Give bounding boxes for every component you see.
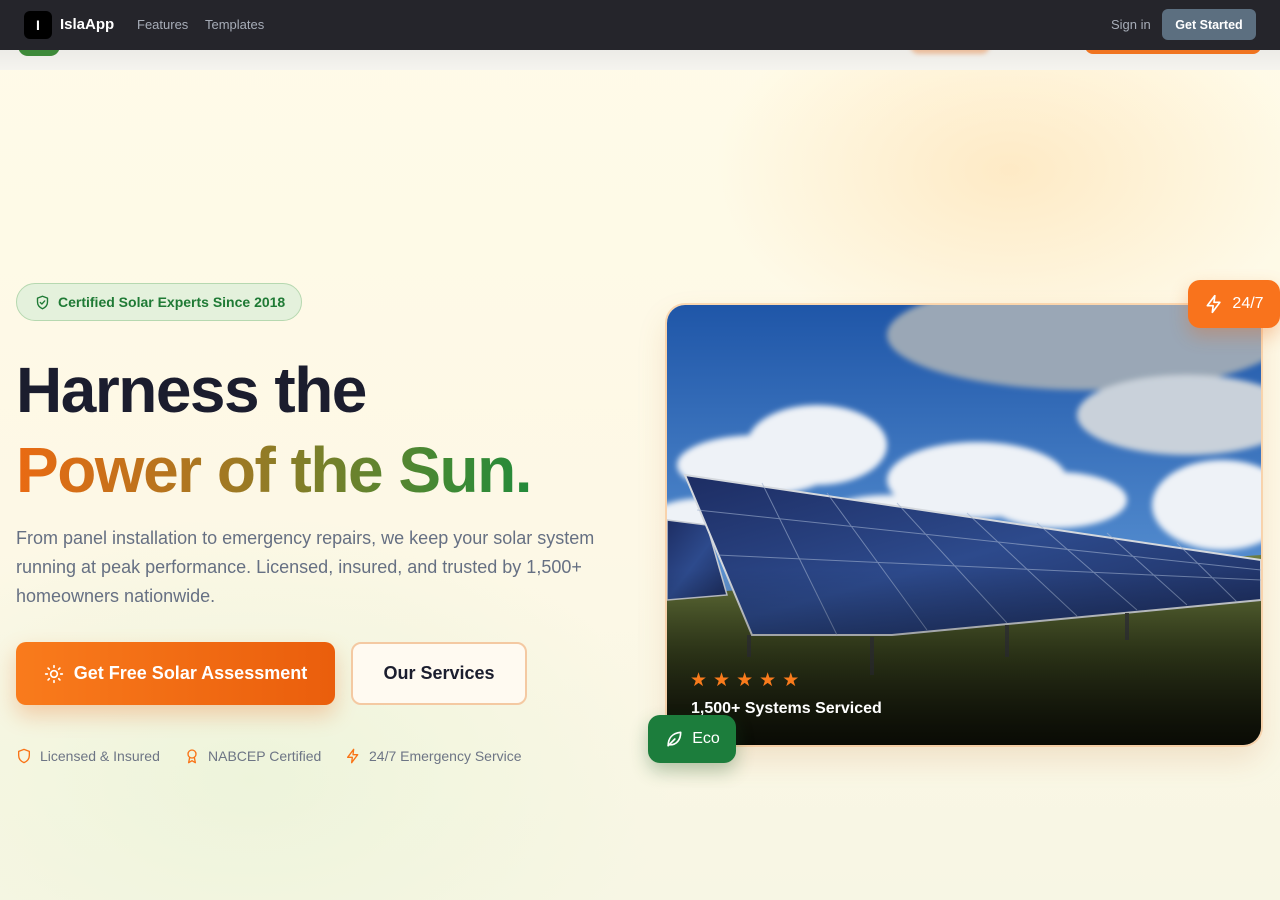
trust-nabcep: NABCEP Certified	[184, 747, 321, 765]
certified-badge: Certified Solar Experts Since 2018	[16, 283, 303, 321]
sun-icon	[44, 664, 63, 683]
lightning-icon	[1206, 294, 1222, 314]
trust-emergency-label: 24/7 Emergency Service	[369, 748, 522, 764]
trust-nabcep-label: NABCEP Certified	[208, 748, 322, 764]
trust-emergency: 24/7 Emergency Service	[345, 747, 522, 765]
trust-licensed-label: Licensed & Insured	[40, 748, 160, 764]
nav-templates[interactable]: Templates	[205, 17, 264, 32]
eco-label: Eco	[692, 730, 720, 747]
star-icon: ★	[759, 670, 777, 691]
eco-pill: Eco	[648, 715, 736, 763]
star-icon: ★	[690, 670, 708, 691]
trust-licensed: Licensed & Insured	[16, 747, 160, 765]
star-icon: ★	[782, 670, 800, 691]
brand-name[interactable]: IslaApp	[60, 16, 114, 33]
site-header-peek	[0, 50, 1280, 70]
get-started-button[interactable]: Get Started	[1162, 9, 1256, 40]
our-services-button[interactable]: Our Services	[351, 642, 527, 705]
support-247-pill: 24/7	[1188, 280, 1280, 328]
free-assessment-button[interactable]: Get Free Solar Assessment	[16, 642, 335, 705]
hero-description: From panel installation to emergency rep…	[16, 528, 595, 606]
app-topbar: I IslaApp Features Templates Sign in Get…	[0, 0, 1280, 50]
leaf-icon	[667, 731, 682, 747]
header-link-peek	[910, 50, 990, 54]
nav-features[interactable]: Features	[137, 17, 188, 32]
support-247-label: 24/7	[1232, 295, 1264, 312]
header-cta-peek	[1085, 50, 1261, 54]
badge-text: Certified Solar Experts Since 2018	[58, 294, 286, 310]
hero-title-line1: Harness the	[16, 354, 367, 426]
shield-check-icon	[36, 295, 49, 309]
header-logo-peek	[18, 50, 60, 56]
hero-title-line2: Power of the Sun.	[16, 434, 532, 506]
star-icon: ★	[713, 670, 731, 691]
star-icon: ★	[736, 670, 754, 691]
free-assessment-label: Get Free Solar Assessment	[73, 663, 308, 683]
award-icon	[187, 749, 197, 764]
sign-in-link[interactable]: Sign in	[1111, 17, 1151, 32]
rating-stars: ★ ★ ★ ★ ★	[690, 670, 800, 691]
app-logo[interactable]: I	[24, 11, 52, 39]
shield-icon	[18, 748, 30, 764]
lightning-icon	[347, 748, 359, 764]
